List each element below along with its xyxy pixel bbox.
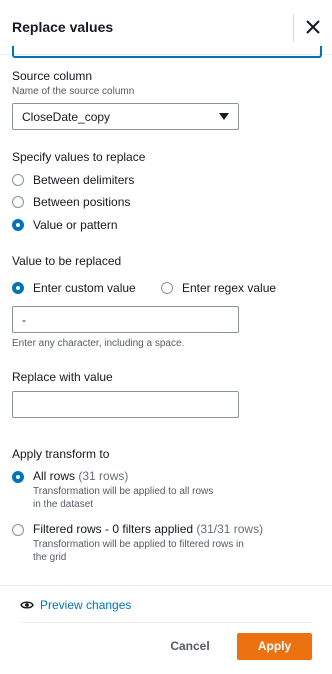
option-all-rows[interactable]: All rows (31 rows) bbox=[33, 469, 128, 483]
apply-transform-label: Apply transform to bbox=[12, 447, 110, 461]
scrolled-field-edge bbox=[12, 46, 322, 58]
source-column-value: CloseDate_copy bbox=[22, 110, 111, 124]
all-rows-label: All rows bbox=[33, 469, 76, 483]
panel-title: Replace values bbox=[12, 19, 114, 35]
radio-all-rows[interactable] bbox=[12, 471, 24, 483]
option-regex-value[interactable]: Enter regex value bbox=[182, 281, 276, 295]
filtered-rows-label: Filtered rows - 0 filters applied bbox=[33, 522, 194, 536]
option-between-delimiters[interactable]: Between delimiters bbox=[33, 173, 134, 187]
preview-changes-label: Preview changes bbox=[40, 598, 132, 612]
filtered-rows-description-line1: Transformation will be applied to filter… bbox=[33, 539, 244, 550]
cancel-button[interactable]: Cancel bbox=[160, 633, 220, 659]
header-divider bbox=[293, 14, 294, 42]
eye-icon bbox=[20, 601, 34, 609]
source-column-select[interactable]: CloseDate_copy bbox=[12, 103, 239, 130]
filtered-rows-count: (31/31 rows) bbox=[196, 522, 264, 536]
footer-divider bbox=[0, 585, 332, 586]
preview-changes-link[interactable]: Preview changes bbox=[20, 597, 131, 613]
value-to-replace-hint: Enter any character, including a space. bbox=[12, 338, 185, 349]
specify-values-label: Specify values to replace bbox=[12, 150, 146, 164]
all-rows-count: (31 rows) bbox=[78, 469, 129, 483]
radio-filtered-rows[interactable] bbox=[12, 524, 24, 536]
all-rows-description-line1: Transformation will be applied to all ro… bbox=[33, 486, 214, 497]
replace-with-input[interactable] bbox=[12, 391, 239, 418]
radio-between-delimiters[interactable] bbox=[12, 174, 24, 186]
value-to-replace-text: - bbox=[22, 313, 26, 327]
source-column-description: Name of the source column bbox=[12, 86, 135, 97]
radio-between-positions[interactable] bbox=[12, 196, 24, 208]
apply-button[interactable]: Apply bbox=[237, 633, 312, 660]
value-to-replace-label: Value to be replaced bbox=[12, 254, 122, 268]
caret-down-icon bbox=[219, 113, 229, 120]
radio-custom-value[interactable] bbox=[12, 282, 24, 294]
option-custom-value[interactable]: Enter custom value bbox=[33, 281, 136, 295]
radio-value-or-pattern[interactable] bbox=[12, 219, 24, 231]
close-icon[interactable] bbox=[303, 17, 323, 37]
option-between-positions[interactable]: Between positions bbox=[33, 195, 130, 209]
value-to-replace-input[interactable]: - bbox=[12, 306, 239, 333]
all-rows-description-line2: in the dataset bbox=[33, 499, 94, 510]
radio-regex-value[interactable] bbox=[161, 282, 173, 294]
option-filtered-rows[interactable]: Filtered rows - 0 filters applied (31/31… bbox=[33, 522, 263, 536]
source-column-label: Source column bbox=[12, 69, 93, 83]
filtered-rows-description-line2: the grid bbox=[33, 552, 67, 563]
replace-with-label: Replace with value bbox=[12, 370, 113, 384]
actions-divider bbox=[20, 622, 312, 623]
option-value-or-pattern[interactable]: Value or pattern bbox=[33, 218, 118, 232]
